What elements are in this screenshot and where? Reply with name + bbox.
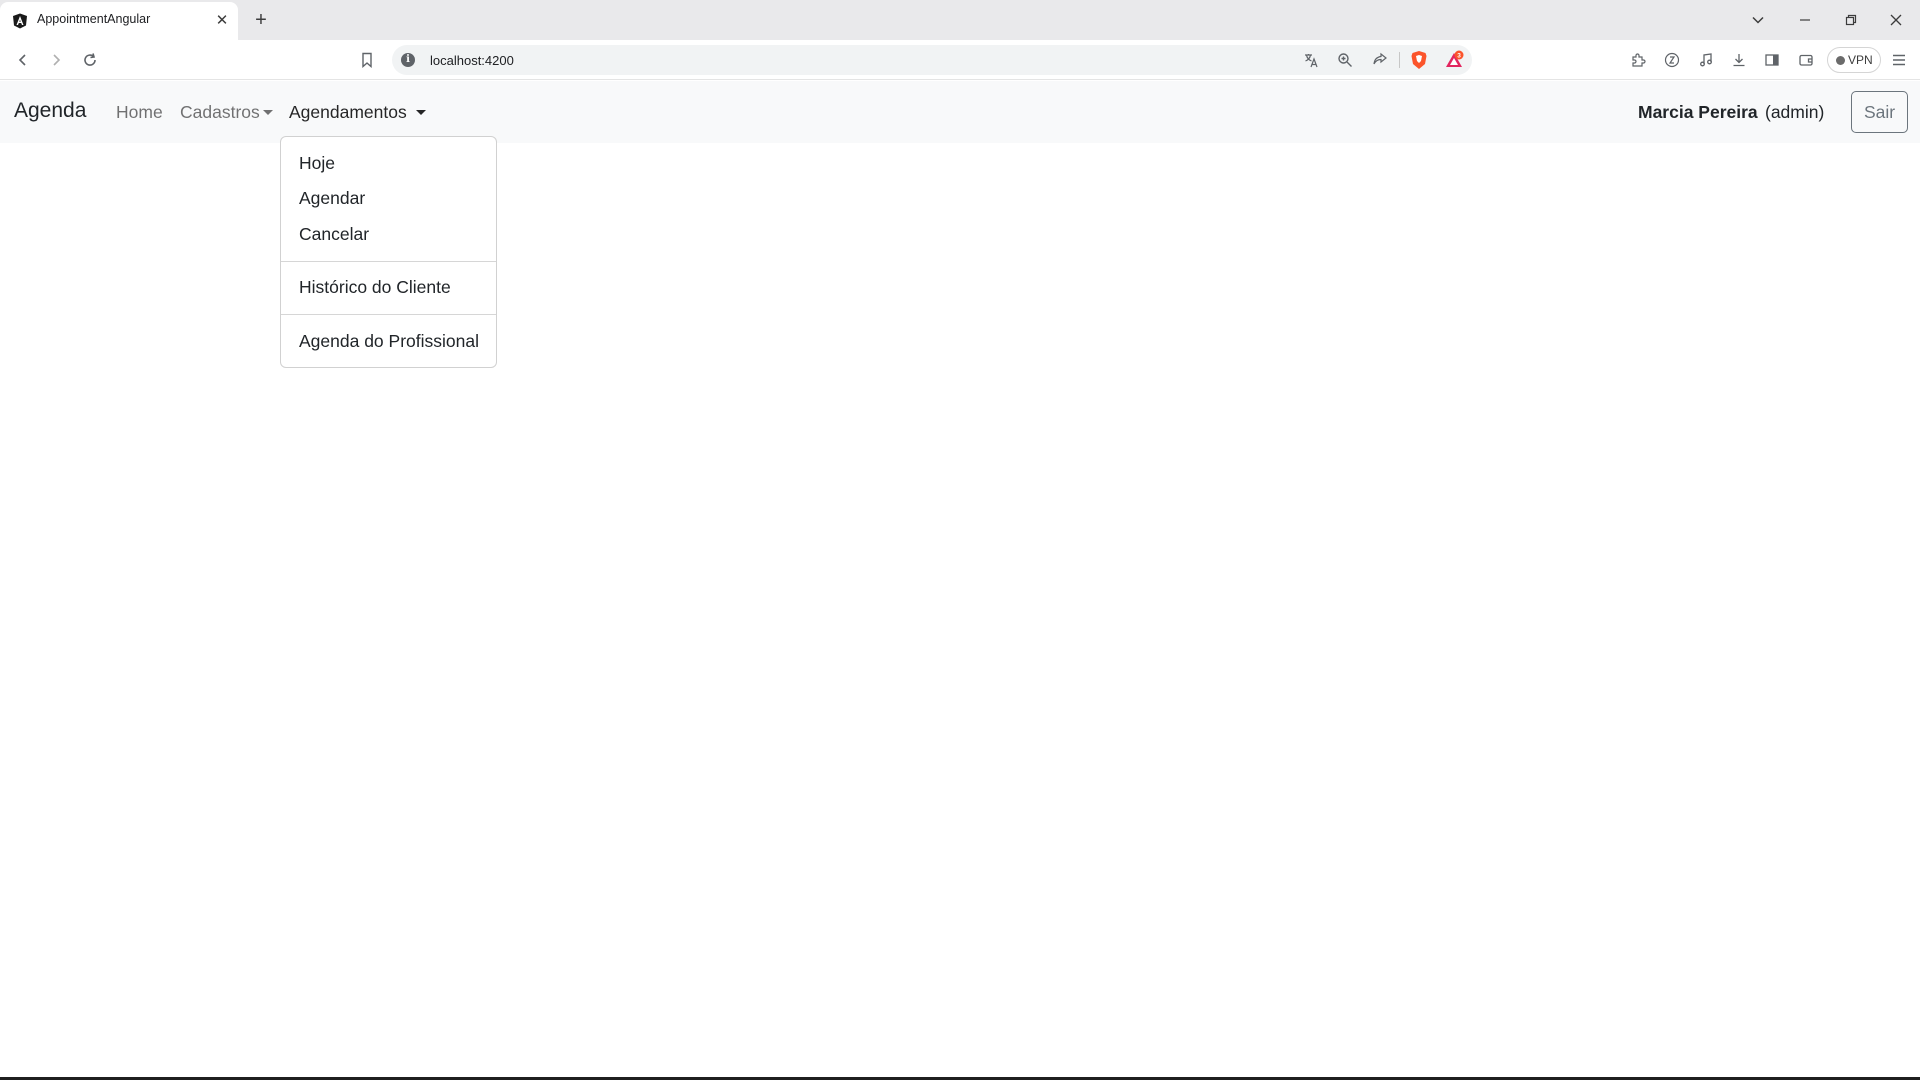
translate-icon[interactable] [1300,49,1322,71]
vpn-label: VPN [1848,53,1873,67]
download-icon[interactable] [1728,49,1750,71]
dropdown-item-cancelar[interactable]: Cancelar [299,224,369,245]
media-music-icon[interactable] [1695,49,1717,71]
caret-down-icon [415,110,426,115]
angular-favicon-icon [12,13,28,29]
nav-cadastros-label: Cadastros [180,102,260,122]
nav-agendamentos-label: Agendamentos [289,102,407,122]
caret-down-icon [262,110,273,115]
new-tab-icon[interactable]: + [250,9,272,31]
address-bar[interactable]: i localhost:4200 3 [392,45,1472,75]
nav-home[interactable]: Home [116,102,163,123]
tab-title: AppointmentAngular [37,12,151,26]
forward-icon[interactable] [45,49,67,71]
agendamentos-dropdown-menu: Hoje Agendar Cancelar Histórico do Clien… [280,136,497,368]
zoom-icon[interactable] [1334,49,1356,71]
sidebar-toggle-icon[interactable] [1761,49,1783,71]
omnibox-separator [1399,52,1400,68]
browser-toolbar: i localhost:4200 3 VPN [0,40,1920,80]
restore-icon[interactable] [1839,8,1863,32]
browser-tab[interactable]: AppointmentAngular ✕ [0,2,238,40]
logout-button[interactable]: Sair [1851,91,1908,133]
app-navbar: Agenda Home Cadastros Agendamentos Marci… [0,81,1920,143]
vpn-status-icon [1836,56,1845,65]
close-window-icon[interactable] [1884,8,1908,32]
wallet-icon[interactable] [1795,49,1817,71]
dropdown-divider [281,261,496,262]
dropdown-item-agendar[interactable]: Agendar [299,188,365,209]
browser-tabstrip: AppointmentAngular ✕ + [0,0,1920,40]
vpn-button[interactable]: VPN [1827,47,1881,73]
svg-text:3: 3 [1457,52,1461,59]
dropdown-item-hoje[interactable]: Hoje [299,153,335,174]
nav-agendamentos[interactable]: Agendamentos [289,102,426,123]
dropdown-item-historico-cliente[interactable]: Histórico do Cliente [299,277,451,298]
brave-rewards-icon[interactable]: 3 [1443,49,1465,71]
share-icon[interactable] [1369,49,1391,71]
brave-shields-icon[interactable] [1408,49,1430,71]
extensions-icon[interactable] [1627,49,1649,71]
menu-icon[interactable] [1888,49,1910,71]
user-name: Marcia Pereira [1638,102,1758,122]
navbar-brand[interactable]: Agenda [14,99,86,123]
leo-ai-icon[interactable] [1661,49,1683,71]
site-info-icon[interactable]: i [401,53,415,67]
nav-cadastros[interactable]: Cadastros [180,102,273,123]
url-text[interactable]: localhost:4200 [430,53,514,68]
tab-search-icon[interactable] [1746,8,1770,32]
bookmark-icon[interactable] [356,49,378,71]
back-icon[interactable] [12,49,34,71]
tab-close-icon[interactable]: ✕ [214,13,230,29]
dropdown-divider [281,314,496,315]
minimize-icon[interactable] [1793,8,1817,32]
user-role: (admin) [1765,102,1825,122]
reload-icon[interactable] [79,49,101,71]
dropdown-item-agenda-profissional[interactable]: Agenda do Profissional [299,331,479,352]
